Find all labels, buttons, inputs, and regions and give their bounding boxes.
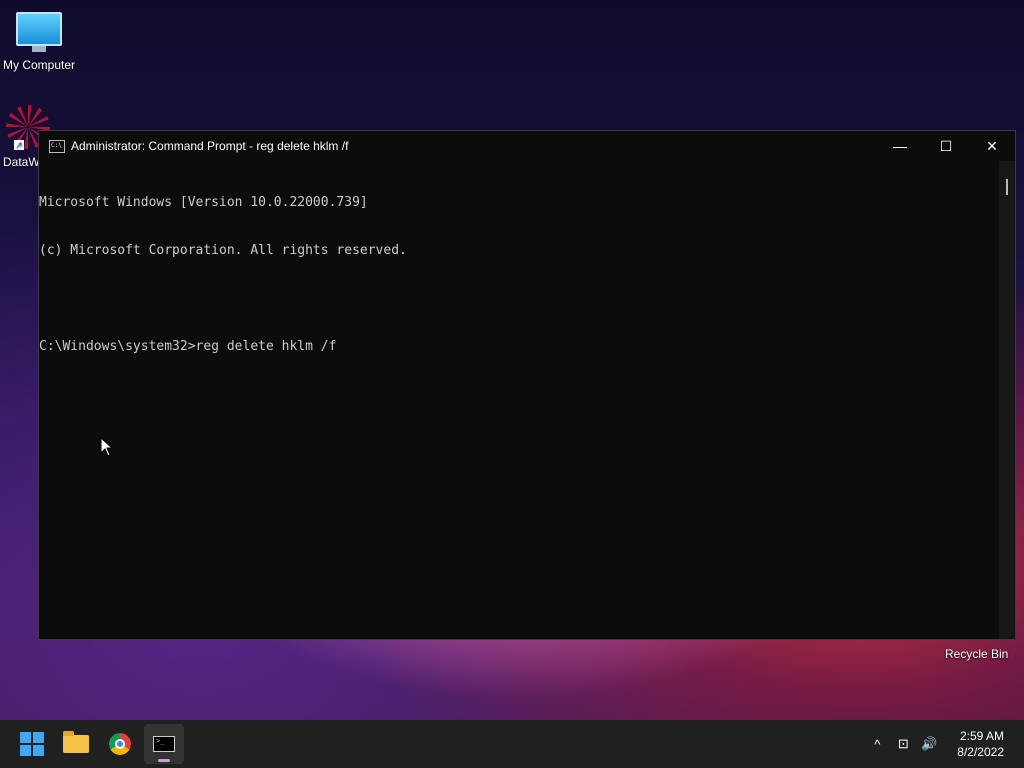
console-line: C:\Windows\system32>reg delete hklm /f [39,339,337,354]
desktop-icon-label: My Computer [2,58,76,72]
clock[interactable]: 2:59 AM 8/2/2022 [957,728,1004,760]
file-explorer-icon [63,731,89,753]
close-button[interactable]: ✕ [969,131,1015,161]
start-icon [20,732,44,756]
chevron-up-icon[interactable]: ^ [865,737,889,752]
maximize-button[interactable]: ☐ [923,131,969,161]
console-line: Microsoft Windows [Version 10.0.22000.73… [39,195,368,210]
scrollbar-thumb[interactable] [1006,179,1008,195]
minimize-button[interactable]: — [877,131,923,161]
mouse-cursor-icon [100,437,114,457]
window-title: Administrator: Command Prompt - reg dele… [71,139,349,153]
command-prompt-window[interactable]: Administrator: Command Prompt - reg dele… [38,130,1016,640]
start-button[interactable] [12,724,52,764]
desktop-icon-my-computer[interactable]: My Computer [0,0,79,72]
computer-icon [16,12,62,52]
shortcut-arrow-icon: ↗ [14,140,24,150]
console-line: (c) Microsoft Corporation. All rights re… [39,243,407,258]
command-prompt-icon [49,139,65,153]
system-tray: ^ ⊡ 🔊 2:59 AM 8/2/2022 [865,720,1024,768]
taskbar-command-prompt[interactable]: >_ [144,724,184,764]
taskbar-file-explorer[interactable] [56,724,96,764]
console-output[interactable]: Microsoft Windows [Version 10.0.22000.73… [39,161,999,639]
vertical-scrollbar[interactable] [999,161,1015,639]
taskbar-chrome[interactable] [100,724,140,764]
network-icon[interactable]: ⊡ [891,736,915,752]
chrome-icon [109,733,131,755]
taskbar: >_ ^ ⊡ 🔊 2:59 AM 8/2/2022 [0,720,1024,768]
clock-date: 8/2/2022 [957,745,1004,759]
recycle-bin-label[interactable]: Recycle Bin [945,647,1008,661]
volume-icon[interactable]: 🔊 [917,736,941,752]
command-prompt-icon: >_ [153,736,175,752]
clock-time: 2:59 AM [959,729,1004,743]
window-titlebar[interactable]: Administrator: Command Prompt - reg dele… [39,131,1015,161]
